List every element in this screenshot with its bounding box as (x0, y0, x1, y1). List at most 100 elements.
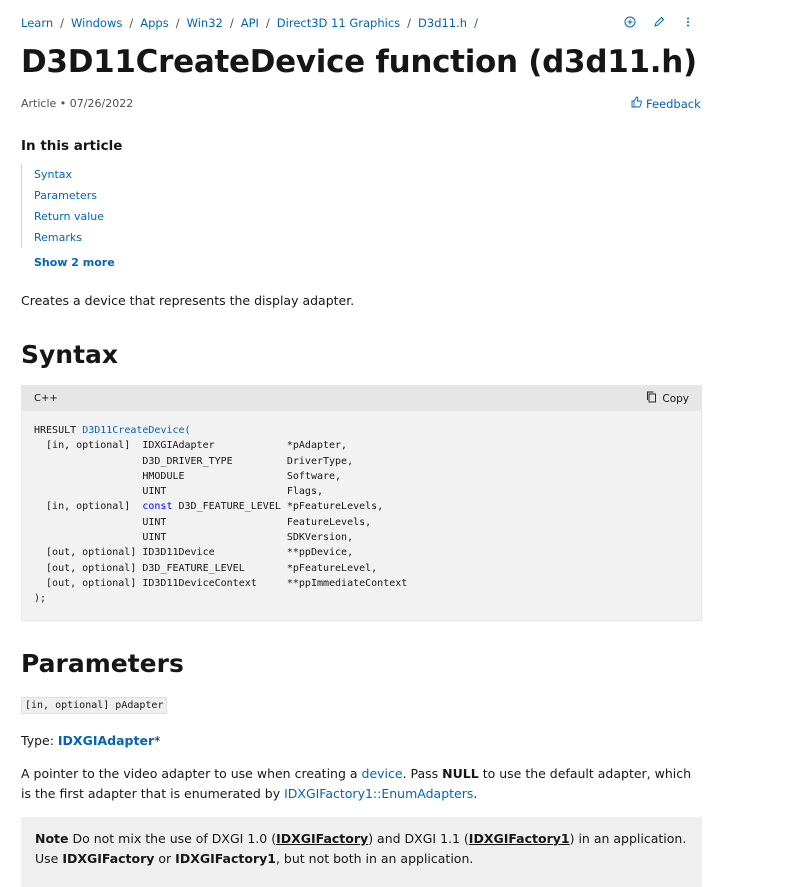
code-param: **ppDevice, (286, 547, 354, 559)
breadcrumb-win32[interactable]: Win32 (187, 16, 223, 30)
note-text: or (154, 851, 176, 866)
code-annotation: [in, optional] (34, 440, 143, 452)
code-header: C++ Copy (22, 386, 701, 411)
code-block: C++ Copy HRESULT D3D11CreateDevice( [in,… (21, 385, 702, 621)
code-param: SDKVersion, (286, 532, 354, 544)
code-type: ID3D11Device (142, 547, 287, 559)
toc-item-return-value[interactable]: Return value (34, 206, 104, 227)
toc-list: Syntax Parameters Return value Remarks (21, 164, 104, 248)
code-type: D3D_FEATURE_LEVEL (142, 562, 287, 574)
breadcrumb-direct3d[interactable]: Direct3D 11 Graphics (277, 16, 400, 30)
toc-item-parameters[interactable]: Parameters (34, 185, 104, 206)
device-link[interactable]: device (362, 766, 403, 781)
idxgifactory-link[interactable]: IDXGIFactory (276, 831, 368, 846)
null-keyword: NULL (442, 766, 479, 781)
copy-label: Copy (662, 392, 689, 405)
code-annotation (34, 532, 142, 543)
note-text: Do not mix the use of DXGI 1.0 ( (68, 831, 277, 846)
feedback-label: Feedback (646, 96, 701, 111)
toc-item-remarks[interactable]: Remarks (34, 227, 104, 248)
code-annotation: [out, optional] (34, 577, 143, 589)
code-type: ID3D11DeviceContext (142, 577, 287, 589)
feedback-button[interactable]: Feedback (631, 96, 701, 111)
vertical-ellipsis-icon[interactable] (680, 14, 695, 29)
note-label: Note (35, 831, 69, 846)
code-annotation (34, 517, 142, 528)
code-param: FeatureLevels, (286, 516, 372, 528)
article-actions (622, 14, 695, 29)
code-param: *pFeatureLevels, (286, 501, 384, 513)
note-text: ) and DXGI 1.1 ( (368, 831, 469, 846)
code-end: ); (34, 593, 47, 605)
code-param: *pAdapter, (286, 440, 348, 452)
pencil-icon[interactable] (651, 14, 666, 29)
code-type: UINT (142, 516, 287, 528)
breadcrumb-api[interactable]: API (241, 16, 259, 30)
code-param: *pFeatureLevel, (286, 562, 378, 574)
code-annotation (34, 486, 142, 497)
param-type-line: Type: IDXGIAdapter* (21, 733, 160, 748)
idxgifactory1-link-text: IDXGIFactory1 (468, 831, 570, 846)
code-type: UINT (142, 486, 287, 498)
breadcrumb: Learn / Windows / Apps / Win32 / API / D… (21, 16, 485, 30)
code-annotation (34, 471, 142, 482)
summary-text: Creates a device that represents the dis… (21, 293, 355, 308)
idxgifactory1-link[interactable]: IDXGIFactory1 (469, 831, 570, 846)
note-text: , but not both in an application. (275, 851, 474, 866)
code-type: IDXGIAdapter (142, 440, 287, 452)
breadcrumb-separator: / (129, 16, 134, 30)
breadcrumb-separator: / (265, 16, 270, 30)
show-more-button[interactable]: Show 2 more (34, 256, 115, 269)
code-param: Flags, (286, 486, 323, 498)
breadcrumb-d3d11h[interactable]: D3d11.h (418, 16, 467, 30)
code-annotation: [out, optional] (34, 562, 143, 574)
idxgifactory-link-text: IDXGIFactory (276, 831, 369, 846)
desc-text: . Pass (402, 766, 443, 781)
article-meta: Article • 07/26/2022 (21, 97, 133, 110)
desc-text: . (473, 786, 478, 801)
enumadapters-link[interactable]: IDXGIFactory1::EnumAdapters (284, 786, 473, 801)
article-type: Article (21, 97, 57, 110)
breadcrumb-separator: / (229, 16, 234, 30)
code-keyword-const: const (142, 501, 173, 513)
param-type-prefix: Type: (21, 733, 58, 748)
code-type: D3D_FEATURE_LEVEL (172, 501, 287, 513)
breadcrumb-learn[interactable]: Learn (21, 16, 53, 30)
code-return-type: HRESULT (34, 425, 77, 436)
copy-icon (646, 391, 657, 406)
breadcrumb-separator: / (407, 16, 412, 30)
note-callout: Note Do not mix the use of DXGI 1.0 (IDX… (21, 817, 702, 887)
code-param: **ppImmediateContext (286, 577, 408, 589)
syntax-heading: Syntax (21, 340, 119, 369)
toc-item-syntax[interactable]: Syntax (34, 164, 104, 185)
code-annotation: [out, optional] (34, 547, 143, 559)
toc-title: In this article (21, 138, 123, 154)
code-param: Software, (286, 470, 342, 482)
article-date: 07/26/2022 (69, 97, 134, 110)
code-annotation (34, 456, 142, 467)
code-language: C++ (34, 393, 58, 404)
code-type: HMODULE (142, 470, 287, 482)
note-bold-term: IDXGIFactory1 (175, 851, 276, 866)
circle-plus-icon[interactable] (622, 14, 637, 29)
breadcrumb-separator: / (60, 16, 65, 30)
desc-text: A pointer to the video adapter to use wh… (21, 766, 362, 781)
page-title: D3D11CreateDevice function (d3d11.h) (21, 44, 697, 80)
code-function-name: D3D11CreateDevice( (82, 425, 191, 436)
code-type: D3D_DRIVER_TYPE (142, 455, 287, 467)
breadcrumb-apps[interactable]: Apps (140, 16, 168, 30)
meta-dot: • (59, 97, 70, 110)
code-type: UINT (142, 532, 287, 544)
param-type-link[interactable]: IDXGIAdapter (58, 733, 154, 748)
code-param: DriverType, (286, 455, 354, 467)
param-name-tag: [in, optional] pAdapter (21, 697, 168, 714)
parameters-heading: Parameters (21, 649, 184, 678)
breadcrumb-windows[interactable]: Windows (71, 16, 122, 30)
code-annotation: [in, optional] (34, 501, 143, 513)
param-type-suffix: * (154, 733, 161, 748)
breadcrumb-separator: / (175, 16, 180, 30)
code-content: HRESULT D3D11CreateDevice( [in, optional… (22, 411, 701, 619)
breadcrumb-separator: / (474, 16, 478, 30)
thumbs-icon (631, 96, 642, 111)
copy-button[interactable]: Copy (646, 391, 689, 406)
